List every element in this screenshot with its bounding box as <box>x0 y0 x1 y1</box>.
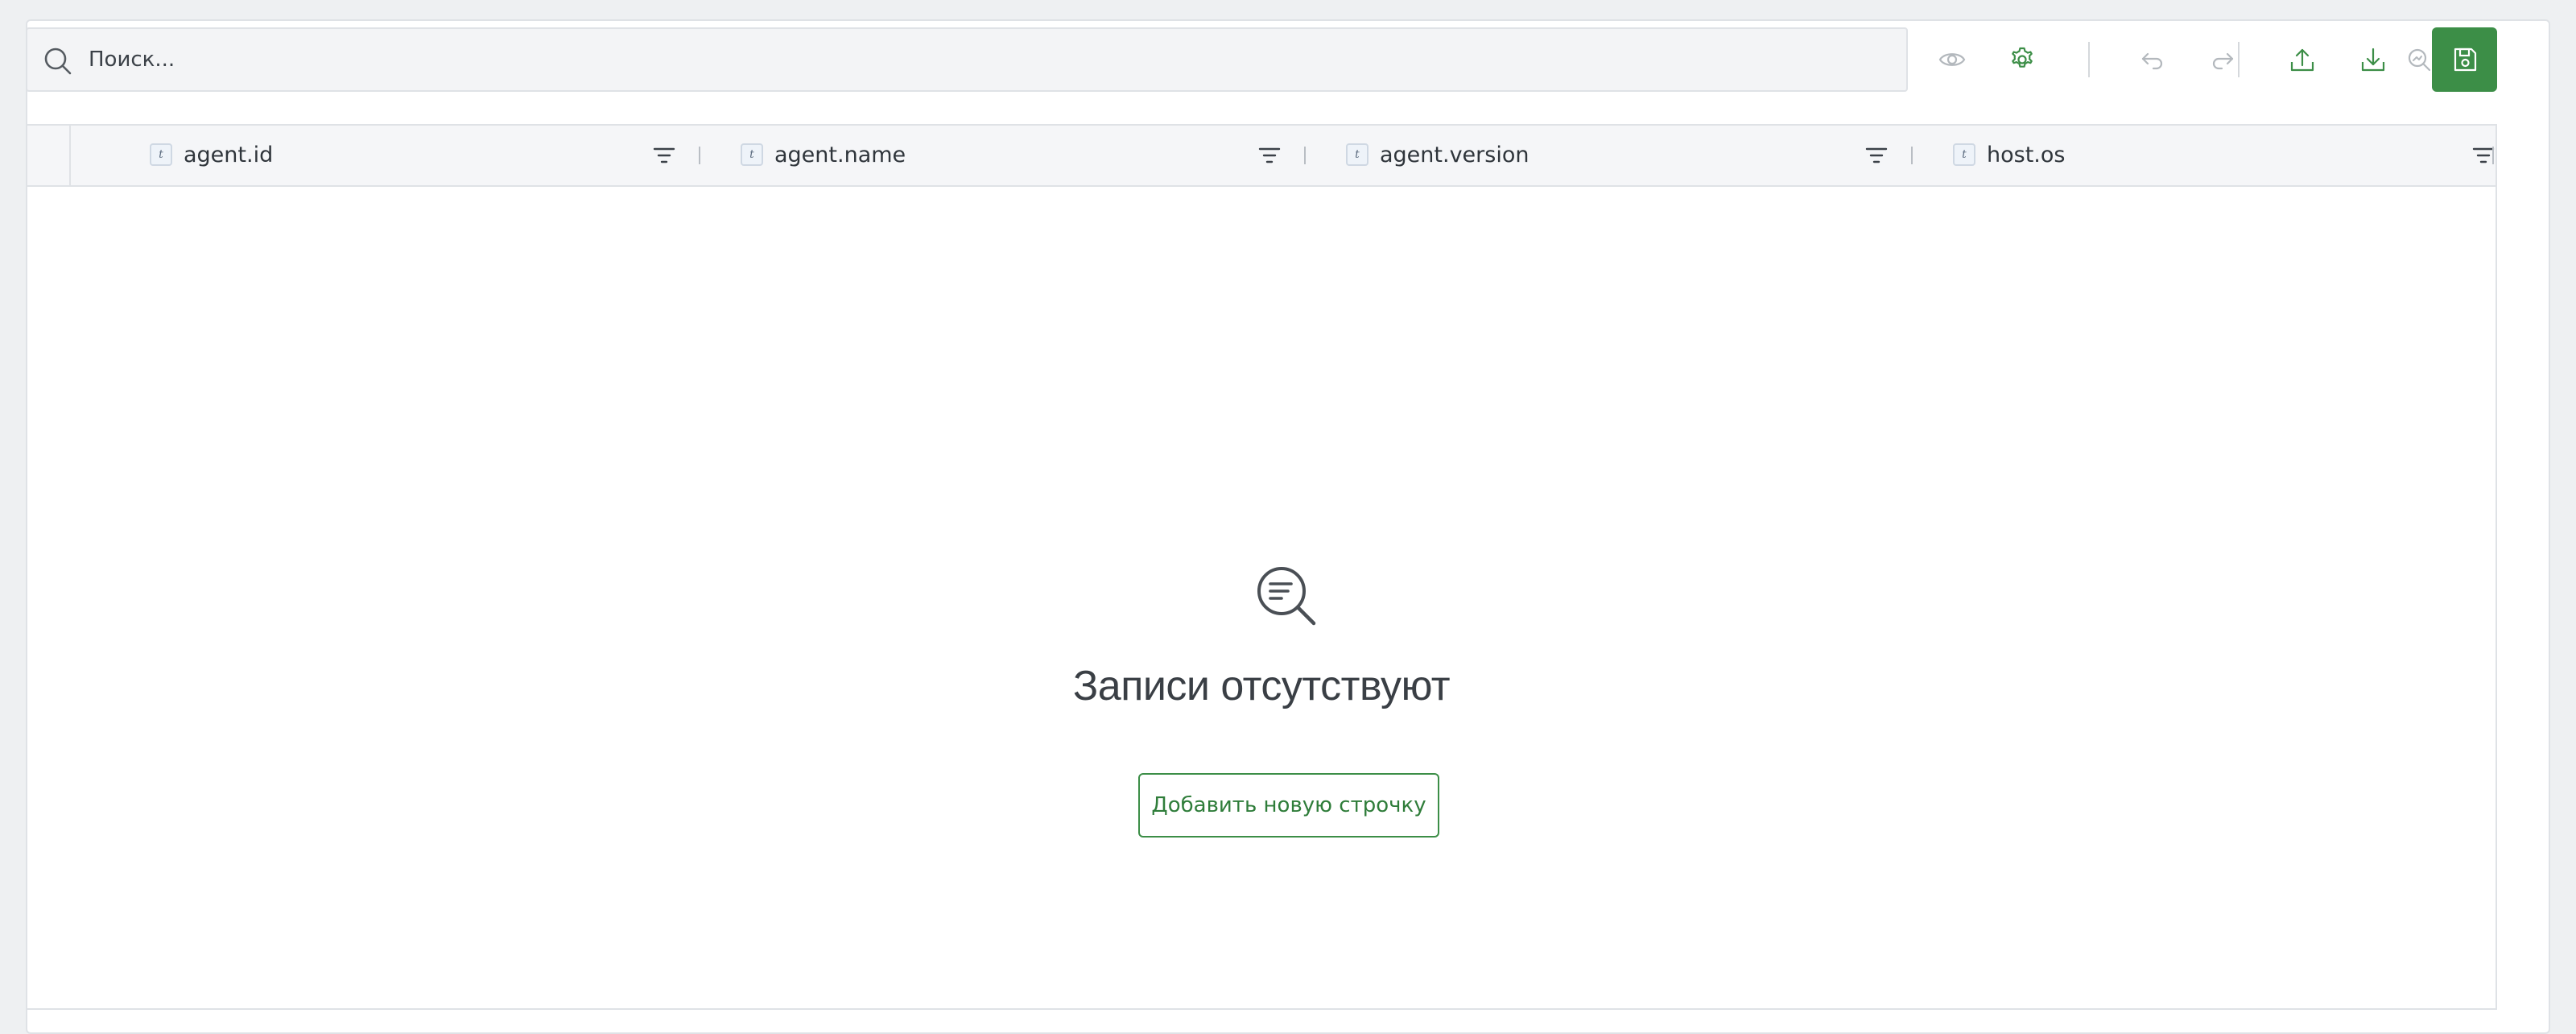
upload-icon <box>2290 48 2314 72</box>
export-button[interactable] <box>2349 35 2397 84</box>
import-button[interactable] <box>2278 35 2326 84</box>
filter-icon[interactable] <box>1257 143 1282 168</box>
text-type-icon: t <box>150 143 172 166</box>
text-type-icon: t <box>741 143 763 166</box>
toolbar-separator <box>2238 42 2240 77</box>
undo-icon <box>2141 52 2163 70</box>
undo-button[interactable] <box>2128 35 2177 84</box>
no-records-search-icon <box>1257 567 1316 626</box>
clear-search-button[interactable] <box>2395 35 2443 84</box>
column-resize-handle[interactable] <box>1911 147 1913 164</box>
text-type-icon: t <box>1953 143 1975 166</box>
settings-button[interactable] <box>1998 35 2046 84</box>
text-type-icon: t <box>1346 143 1368 166</box>
data-table: t agent.id t agent.name t agent.version <box>26 124 2497 1010</box>
search-bar <box>26 27 1908 92</box>
redo-icon <box>2212 52 2234 70</box>
add-new-row-button[interactable]: Добавить новую строчку <box>1138 773 1439 838</box>
column-header-agent-id[interactable]: t agent.id <box>137 126 716 185</box>
search-reset-icon <box>2408 48 2431 72</box>
redo-button[interactable] <box>2198 35 2247 84</box>
gear-icon <box>2012 47 2033 68</box>
download-icon <box>2361 48 2385 72</box>
column-header-label: agent.version <box>1380 143 1530 168</box>
column-header-label: host.os <box>1987 143 2066 168</box>
column-resize-handle[interactable] <box>699 147 700 164</box>
toolbar-separator <box>2088 42 2090 77</box>
column-header-agent-version[interactable]: t agent.version <box>1333 126 1913 185</box>
search-input[interactable] <box>89 29 1892 90</box>
eye-icon <box>1938 53 1966 66</box>
search-icon <box>44 48 72 75</box>
toolbar <box>26 27 2497 92</box>
column-header-host-os[interactable]: t host.os <box>1940 126 2487 185</box>
column-resize-handle[interactable] <box>1304 147 1306 164</box>
empty-state: Записи отсутствуют Добавить новую строчк… <box>27 185 2496 991</box>
filter-icon[interactable] <box>1864 143 1889 168</box>
empty-state-title: Записи отсутствуют <box>1072 663 1451 709</box>
column-header-label: agent.name <box>774 143 906 168</box>
column-header-label: agent.id <box>184 143 274 168</box>
toggle-visibility-button[interactable] <box>1928 35 1976 84</box>
table-header: t agent.id t agent.name t agent.version <box>27 126 2496 187</box>
row-number-gutter <box>27 126 71 185</box>
filter-icon[interactable] <box>652 143 676 168</box>
column-header-agent-name[interactable]: t agent.name <box>728 126 1307 185</box>
save-icon <box>2454 48 2476 72</box>
column-resize-handle[interactable] <box>2492 147 2494 164</box>
